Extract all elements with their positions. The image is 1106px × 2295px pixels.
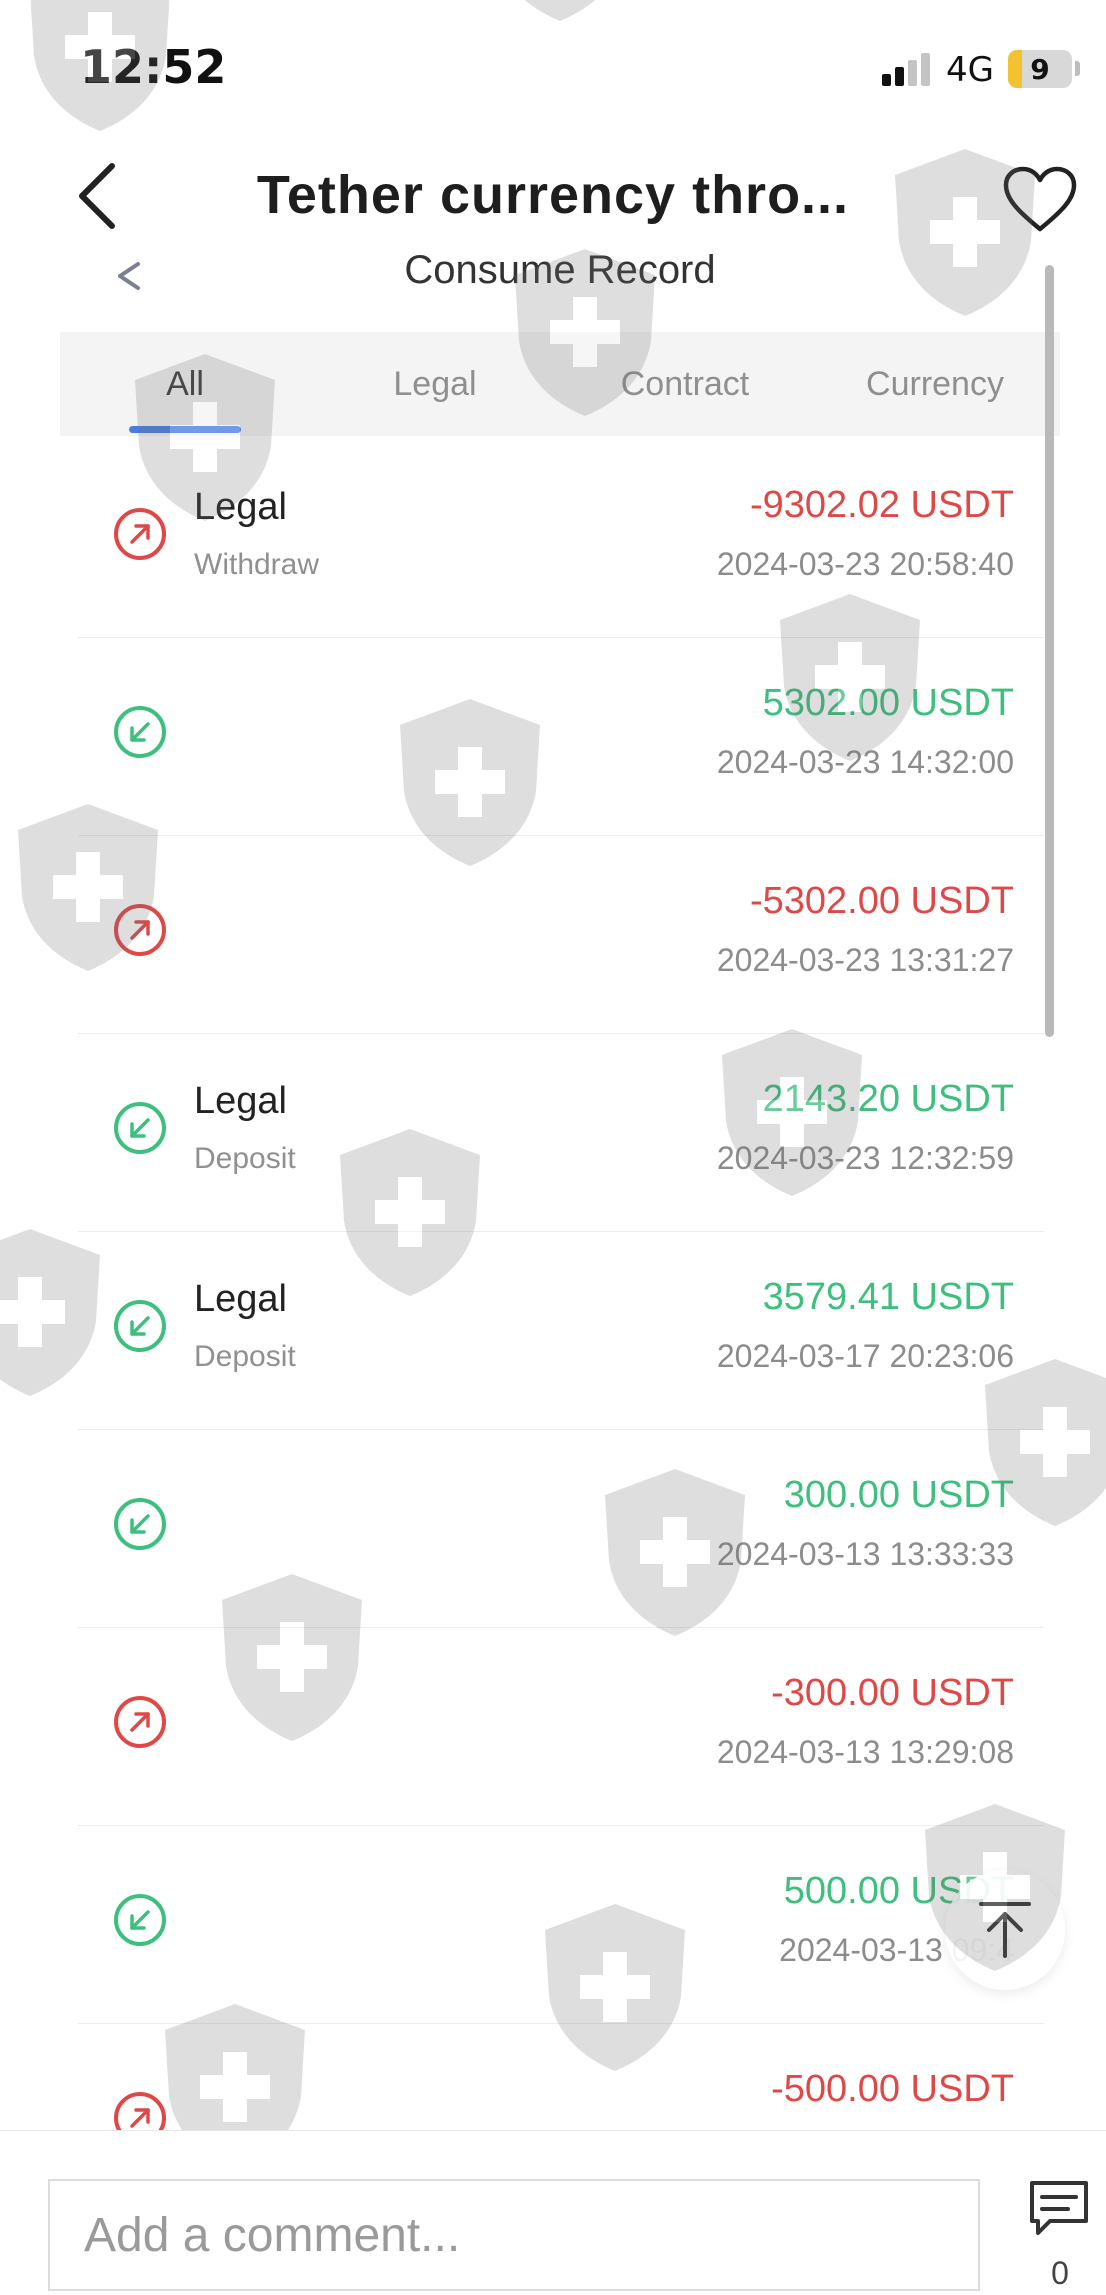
network-type: 4G	[946, 50, 994, 90]
tab-legal[interactable]: Legal	[310, 332, 560, 436]
comment-icon[interactable]	[1028, 2179, 1090, 2241]
arrow-up-right-icon	[114, 904, 166, 956]
record-amount: -5302.00 USDT	[749, 880, 1014, 922]
arrow-down-left-icon	[114, 1102, 166, 1154]
record-time: 2024-03-13 13:29:08	[716, 1734, 1014, 1770]
comment-bar: 0	[0, 2130, 1106, 2295]
list-item[interactable]: -5302.00 USDT 2024-03-23 13:31:27	[78, 836, 1044, 1034]
record-category: Legal	[194, 486, 287, 528]
heart-icon	[1003, 166, 1077, 232]
filter-tabs: All Legal Contract Currency	[60, 332, 1060, 436]
list-item[interactable]: 300.00 USDT 2024-03-13 13:33:33	[78, 1430, 1044, 1628]
chevron-left-icon	[79, 163, 115, 229]
signal-strength-icon	[882, 52, 934, 86]
record-time: 2024-03-23 20:58:40	[716, 546, 1014, 582]
list-item[interactable]: Legal Withdraw -9302.02 USDT 2024-03-23 …	[78, 440, 1044, 638]
arrow-up-to-line-icon	[979, 1902, 1031, 1958]
arrow-down-left-icon	[114, 1300, 166, 1352]
comment-count: 0	[1051, 2255, 1069, 2291]
record-amount: -500.00 USDT	[771, 2068, 1014, 2110]
list-item[interactable]: 500.00 USDT 2024-03-13 09:4	[78, 1826, 1044, 2024]
record-amount: 5302.00 USDT	[762, 682, 1014, 724]
list-item[interactable]: -300.00 USDT 2024-03-13 13:29:08	[78, 1628, 1044, 1826]
record-time: 2024-03-17 20:23:06	[716, 1338, 1014, 1374]
comment-input[interactable]	[48, 2179, 980, 2291]
arrow-up-right-icon	[114, 508, 166, 560]
tab-all[interactable]: All	[60, 332, 310, 436]
section-title: Consume Record	[404, 250, 716, 290]
record-category: Legal	[194, 1080, 287, 1122]
record-amount: -300.00 USDT	[771, 1672, 1014, 1714]
favorite-button[interactable]	[1000, 165, 1080, 235]
scroll-to-top-button[interactable]	[945, 1870, 1065, 1990]
arrow-up-right-icon	[114, 1696, 166, 1748]
page-title: Tether currency thro...	[256, 165, 850, 225]
record-time: 2024-03-23 12:32:59	[716, 1140, 1014, 1176]
arrow-down-left-icon	[114, 706, 166, 758]
record-time: 2024-03-23 14:32:00	[716, 744, 1014, 780]
status-time: 12:52	[80, 40, 227, 94]
record-type: Deposit	[194, 1340, 296, 1373]
arrow-down-left-icon	[114, 1498, 166, 1550]
battery-level: 9	[1030, 53, 1050, 86]
status-bar: 12:52 4G 9	[0, 0, 1106, 140]
record-amount: 3579.41 USDT	[762, 1276, 1014, 1318]
record-list: Legal Withdraw -9302.02 USDT 2024-03-23 …	[78, 440, 1044, 2222]
battery-icon: 9	[1008, 50, 1072, 88]
list-item[interactable]: Legal Deposit 2143.20 USDT 2024-03-23 12…	[78, 1034, 1044, 1232]
record-time: 2024-03-13 13:33:33	[716, 1536, 1014, 1572]
record-amount: 2143.20 USDT	[762, 1078, 1014, 1120]
list-item[interactable]: 5302.00 USDT 2024-03-23 14:32:00	[78, 638, 1044, 836]
record-time: 2024-03-23 13:31:27	[716, 942, 1014, 978]
active-tab-indicator	[129, 426, 241, 433]
scrollbar[interactable]	[1045, 265, 1054, 1037]
list-item[interactable]: Legal Deposit 3579.41 USDT 2024-03-17 20…	[78, 1232, 1044, 1430]
record-amount: -9302.02 USDT	[749, 484, 1014, 526]
record-amount: 300.00 USDT	[783, 1474, 1014, 1516]
tab-contract[interactable]: Contract	[560, 332, 810, 436]
battery-terminal	[1075, 61, 1080, 76]
record-category: Legal	[194, 1278, 287, 1320]
record-type: Withdraw	[194, 548, 320, 581]
back-button[interactable]	[68, 160, 128, 232]
record-type: Deposit	[194, 1142, 296, 1175]
arrow-down-left-icon	[114, 1894, 166, 1946]
tab-currency[interactable]: Currency	[810, 332, 1060, 436]
